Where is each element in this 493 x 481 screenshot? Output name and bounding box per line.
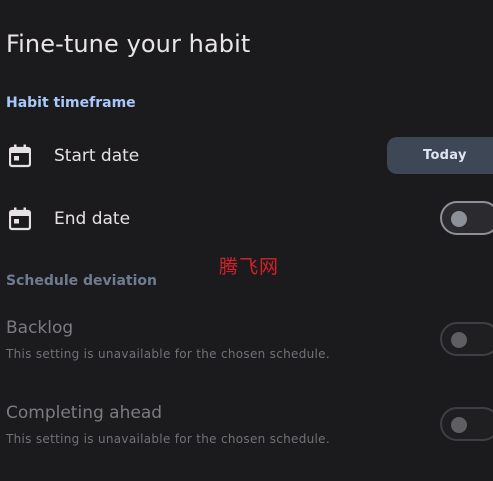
- toggle-thumb: [451, 332, 467, 348]
- start-date-today-button[interactable]: Today: [387, 137, 493, 174]
- start-date-label: Start date: [54, 146, 140, 166]
- completing-ahead-label: Completing ahead: [6, 403, 163, 423]
- watermark: 腾飞网: [219, 256, 280, 278]
- toggle-thumb: [451, 417, 467, 433]
- page-title: Fine-tune your habit: [6, 30, 251, 58]
- section-heading-habit-timeframe: Habit timeframe: [6, 95, 136, 111]
- habit-settings-screen: Fine-tune your habit Habit timeframe Sta…: [0, 0, 493, 481]
- calendar-icon: [9, 144, 31, 168]
- section-heading-schedule-deviation: Schedule deviation: [6, 273, 157, 289]
- end-date-toggle[interactable]: [440, 201, 493, 235]
- backlog-label: Backlog: [6, 318, 74, 338]
- backlog-toggle[interactable]: [440, 322, 493, 356]
- completing-ahead-toggle[interactable]: [440, 407, 493, 441]
- end-date-label: End date: [54, 209, 131, 229]
- calendar-icon: [9, 207, 31, 231]
- backlog-description: This setting is unavailable for the chos…: [6, 347, 330, 361]
- toggle-thumb: [451, 211, 467, 227]
- completing-ahead-description: This setting is unavailable for the chos…: [6, 432, 330, 446]
